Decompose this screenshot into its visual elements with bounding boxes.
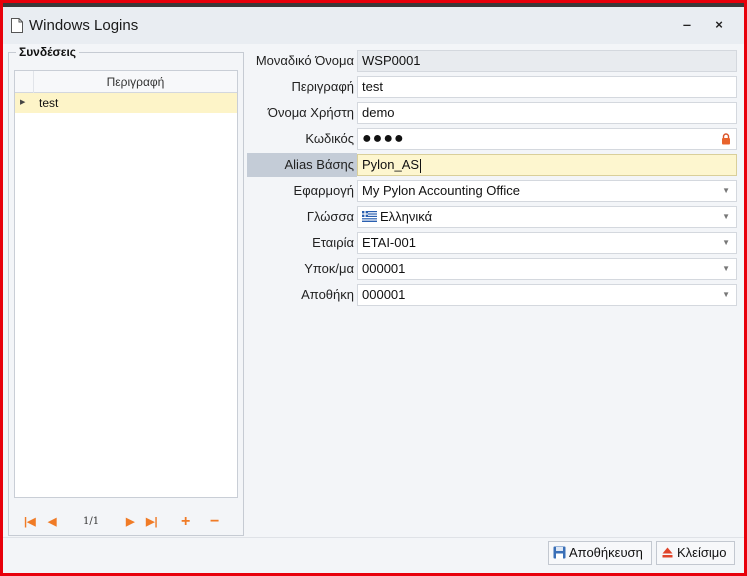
minimize-button[interactable]: ‒ <box>673 13 701 37</box>
delete-record-icon[interactable]: − <box>210 514 219 530</box>
chevron-down-icon[interactable]: ▼ <box>722 207 730 227</box>
chevron-down-icon[interactable]: ▼ <box>722 181 730 201</box>
text-cursor <box>420 158 422 173</box>
company-row: Εταιρία ΕΤΑΙ-001 ▼ <box>247 231 737 255</box>
unique-name-label: Μοναδικό Όνομα <box>255 53 354 68</box>
application-label: Εφαρμογή <box>293 183 354 198</box>
application-row: Εφαρμογή My Pylon Accounting Office ▼ <box>247 179 737 203</box>
add-record-icon[interactable]: + <box>181 514 190 530</box>
greek-flag-icon <box>362 211 377 222</box>
floppy-disk-icon <box>553 546 566 559</box>
last-record-icon[interactable]: ▶| <box>146 514 158 530</box>
table-row[interactable]: ▶ test <box>15 93 237 113</box>
password-label: Κωδικός <box>305 131 354 146</box>
warehouse-select[interactable]: 000001 ▼ <box>357 284 737 306</box>
branch-value: 000001 <box>362 261 406 276</box>
application-value: My Pylon Accounting Office <box>362 183 521 198</box>
grid-header: Περιγραφή <box>15 71 237 93</box>
company-value: ΕΤΑΙ-001 <box>362 235 416 250</box>
save-button[interactable]: Αποθήκευση <box>548 541 652 565</box>
username-field[interactable]: demo <box>357 102 737 124</box>
company-select[interactable]: ΕΤΑΙ-001 ▼ <box>357 232 737 254</box>
description-row: Περιγραφή test <box>247 75 737 99</box>
record-counter: 1/1 <box>83 516 100 527</box>
chevron-down-icon[interactable]: ▼ <box>722 285 730 305</box>
branch-row: Υποκ/μα 000001 ▼ <box>247 257 737 281</box>
first-record-icon[interactable]: |◀ <box>24 514 36 530</box>
close-button[interactable]: Κλείσιμο <box>656 541 735 565</box>
db-alias-value: Pylon_AS <box>362 157 420 172</box>
db-alias-label: Alias Βάσης <box>247 153 357 177</box>
document-icon <box>11 18 23 33</box>
branch-select[interactable]: 000001 ▼ <box>357 258 737 280</box>
row-indicator-icon: ▶ <box>20 99 26 106</box>
column-header-description[interactable]: Περιγραφή <box>33 71 237 93</box>
password-field[interactable]: ●●●● <box>357 128 737 150</box>
unique-name-row: Μοναδικό Όνομα WSP0001 <box>247 49 737 73</box>
username-row: Όνομα Χρήστη demo <box>247 101 737 125</box>
language-select[interactable]: Ελληνικά ▼ <box>357 206 737 228</box>
company-label: Εταιρία <box>312 235 354 250</box>
db-alias-row: Alias Βάσης Pylon_AS <box>247 153 737 177</box>
description-field[interactable]: test <box>357 76 737 98</box>
username-label: Όνομα Χρήστη <box>267 105 354 120</box>
footer-divider <box>3 537 744 538</box>
close-button-label: Κλείσιμο <box>677 545 727 560</box>
language-row: Γλώσσα Ελληνικά ▼ <box>247 205 737 229</box>
dialog-body: Συνδέσεις Περιγραφή ▶ test |◀ ◀ 1/1 ▶ ▶|… <box>3 44 744 573</box>
language-value: Ελληνικά <box>380 209 433 224</box>
description-label: Περιγραφή <box>291 79 354 94</box>
save-button-label: Αποθήκευση <box>569 545 643 560</box>
eject-icon <box>662 547 673 558</box>
password-value: ●●●● <box>362 130 405 147</box>
connections-group-title: Συνδέσεις <box>16 45 80 59</box>
password-row: Κωδικός ●●●● <box>247 127 737 151</box>
top-strip <box>3 3 744 7</box>
chevron-down-icon[interactable]: ▼ <box>722 259 730 279</box>
application-select[interactable]: My Pylon Accounting Office ▼ <box>357 180 737 202</box>
warehouse-value: 000001 <box>362 287 406 302</box>
previous-record-icon[interactable]: ◀ <box>48 514 56 530</box>
language-label: Γλώσσα <box>306 209 354 224</box>
connections-grid[interactable]: Περιγραφή ▶ test <box>14 70 238 498</box>
lock-icon <box>722 133 730 145</box>
warehouse-label: Αποθήκη <box>301 287 354 302</box>
grid-navigator: |◀ ◀ 1/1 ▶ ▶| + − <box>14 512 238 532</box>
unique-name-field: WSP0001 <box>357 50 737 72</box>
db-alias-field[interactable]: Pylon_AS <box>357 154 737 176</box>
branch-label: Υποκ/μα <box>304 261 354 276</box>
title-bar: Windows Logins ‒ × <box>3 3 744 44</box>
chevron-down-icon[interactable]: ▼ <box>722 233 730 253</box>
window-frame: Windows Logins ‒ × Συνδέσεις Περιγραφή ▶… <box>0 0 747 576</box>
window-title: Windows Logins <box>29 17 139 34</box>
row-description: test <box>39 96 59 110</box>
next-record-icon[interactable]: ▶ <box>126 514 134 530</box>
close-window-button[interactable]: × <box>705 13 733 37</box>
connections-group: Συνδέσεις Περιγραφή ▶ test |◀ ◀ 1/1 ▶ ▶|… <box>8 45 244 536</box>
warehouse-row: Αποθήκη 000001 ▼ <box>247 283 737 307</box>
